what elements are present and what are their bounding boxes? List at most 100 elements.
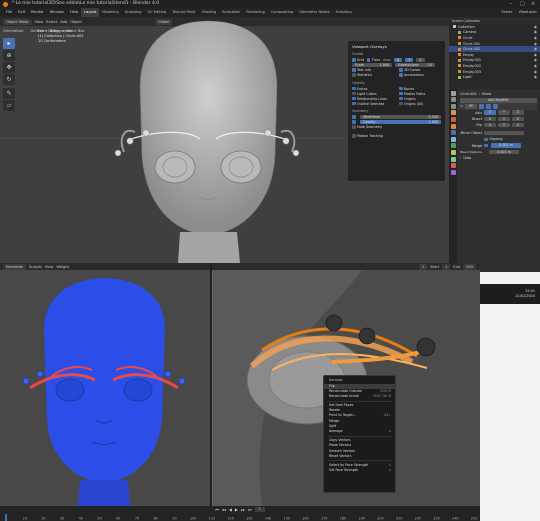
- timeline-frame-field[interactable]: 1: [254, 507, 265, 512]
- flip-z-button[interactable]: Z: [512, 122, 524, 128]
- viewport-3d-top[interactable]: Object Mode View Select Add Object Globa…: [0, 17, 449, 263]
- visibility-eye-icon[interactable]: ◉: [534, 47, 537, 51]
- motion-tracking-checkbox[interactable]: Motion Tracking: [352, 134, 383, 138]
- current-frame-field[interactable]: 1: [418, 263, 428, 270]
- visibility-eye-icon[interactable]: ◉: [534, 53, 537, 57]
- move-tool-icon[interactable]: ✥: [3, 62, 15, 73]
- bottom-menu-2[interactable]: View: [45, 265, 54, 269]
- render-tab-icon[interactable]: [450, 97, 456, 103]
- annotate-tool-icon[interactable]: ✎: [3, 88, 15, 99]
- axis-z-button[interactable]: Z: [512, 110, 524, 115]
- visibility-eye-icon[interactable]: ◉: [534, 42, 537, 46]
- play-icon[interactable]: ▶: [235, 507, 238, 512]
- jump-end-icon[interactable]: ⏭: [248, 507, 252, 512]
- workspace-tab-geometry-nodes[interactable]: Geometry Nodes: [296, 8, 332, 17]
- visibility-eye-icon[interactable]: ◉: [534, 25, 537, 29]
- scale-field[interactable]: Scale 1.000: [352, 62, 392, 68]
- data-subpanel[interactable]: › Data: [458, 155, 540, 161]
- bottom-mode-select[interactable]: Elements: [3, 263, 26, 270]
- bones-checkbox[interactable]: Bones: [399, 87, 414, 91]
- workspace-tab-rendering[interactable]: Rendering: [243, 8, 267, 17]
- cursor-tool-icon[interactable]: ⊕: [3, 50, 15, 61]
- workspace-tab-layout[interactable]: Layout: [81, 8, 100, 17]
- material-tab-icon[interactable]: [450, 163, 456, 169]
- workspace-tab-uv-editing[interactable]: UV Editing: [145, 8, 170, 17]
- constraints-tab-icon[interactable]: [450, 149, 456, 155]
- end-frame-field[interactable]: 250: [463, 263, 476, 270]
- wireframe-slider[interactable]: Wireframe 0.500: [360, 114, 441, 120]
- edit-mode-toggle[interactable]: [478, 104, 484, 109]
- menu-window[interactable]: Window: [47, 8, 67, 17]
- measure-tool-icon[interactable]: ▱: [3, 100, 15, 111]
- mirror-object-field[interactable]: [484, 130, 524, 136]
- grid-checkbox[interactable]: Grid: [352, 58, 364, 62]
- merge-field[interactable]: 0.001 m: [491, 143, 521, 148]
- bisect-distance-field[interactable]: 0.001 m: [489, 149, 519, 155]
- menu-file[interactable]: File: [3, 8, 15, 17]
- minimize-icon[interactable]: –: [510, 0, 513, 8]
- playhead[interactable]: [5, 514, 7, 521]
- next-keyframe-icon[interactable]: ▸▸: [241, 507, 245, 512]
- bottom-menu-1[interactable]: Sculpts: [29, 265, 42, 269]
- data-tab-icon[interactable]: [450, 156, 456, 162]
- clipping-checkbox[interactable]: Clipping: [484, 137, 502, 141]
- visibility-eye-icon[interactable]: ◉: [534, 30, 537, 34]
- workspace-tab-sculpting[interactable]: Sculpting: [122, 8, 145, 17]
- bisect-z-button[interactable]: Z: [512, 116, 524, 122]
- select-tool-icon[interactable]: ▸: [3, 38, 15, 49]
- origins-all-checkbox[interactable]: Origins (All): [399, 102, 423, 106]
- subdivisions-field[interactable]: Subdivisions 10: [395, 62, 435, 68]
- viewport-3d-bottom-left[interactable]: Elements Sculpts View Weight: [0, 263, 212, 506]
- modifier-name-field[interactable]: Mi: [464, 104, 477, 109]
- bottom-menu-3[interactable]: Weight: [56, 265, 69, 269]
- axis-y-button[interactable]: Y: [498, 110, 510, 115]
- visibility-eye-icon[interactable]: ◉: [534, 58, 537, 62]
- jump-start-icon[interactable]: ⏮: [215, 507, 219, 512]
- viewport-toggle[interactable]: [485, 104, 491, 109]
- physics-tab-icon[interactable]: [450, 143, 456, 149]
- view-layer-select[interactable]: ViewLayer: [515, 8, 540, 17]
- floor-checkbox[interactable]: Floor: [366, 58, 380, 62]
- extras-checkbox[interactable]: Extras: [352, 87, 396, 91]
- rotate-tool-icon[interactable]: ↻: [3, 74, 15, 85]
- axis-z-toggle[interactable]: Z: [416, 57, 425, 63]
- scene-select[interactable]: Scene: [498, 8, 515, 17]
- motion-paths-checkbox[interactable]: Motion Paths: [399, 92, 425, 96]
- workspace-tab-scripting[interactable]: Scripting: [333, 8, 355, 17]
- flip-x-button[interactable]: X: [484, 122, 496, 128]
- maximize-icon[interactable]: □: [520, 0, 525, 8]
- light-colors-checkbox[interactable]: Light Colors: [352, 92, 396, 96]
- relationship-lines-checkbox[interactable]: Relationship Lines: [352, 97, 396, 101]
- timeline[interactable]: ⏮ ◂◂ ◀ ▶ ▸▸ ⏭ 1 010203040506070809010011…: [0, 506, 480, 521]
- object-tab-icon[interactable]: [450, 123, 456, 129]
- workspace-tab-modeling[interactable]: Modeling: [99, 8, 121, 17]
- menu-item-reset-vectors[interactable]: Reset Vectors: [324, 454, 395, 459]
- workspace-tab-animation[interactable]: Animation: [219, 8, 243, 17]
- visibility-eye-icon[interactable]: ◉: [534, 36, 537, 40]
- workspace-tab-compositing[interactable]: Compositing: [268, 8, 297, 17]
- play-reverse-icon[interactable]: ◀: [229, 507, 232, 512]
- visibility-eye-icon[interactable]: ◉: [534, 70, 537, 74]
- bisect-x-button[interactable]: X: [484, 116, 496, 122]
- prev-keyframe-icon[interactable]: ◂◂: [222, 507, 226, 512]
- add-modifier-button[interactable]: Add Modifier: [460, 98, 537, 103]
- scene-tab-icon[interactable]: [450, 110, 456, 116]
- start-frame-field[interactable]: 1: [442, 263, 451, 270]
- tool-tab-icon[interactable]: [450, 90, 456, 96]
- world-tab-icon[interactable]: [450, 116, 456, 122]
- render-toggle[interactable]: [492, 104, 498, 109]
- workspace-tab-shading[interactable]: Shading: [198, 8, 219, 17]
- modifier-tab-icon[interactable]: [450, 130, 456, 136]
- fade-geometry-checkbox[interactable]: Fade Geometry: [352, 125, 382, 129]
- particles-tab-icon[interactable]: [450, 136, 456, 142]
- visibility-eye-icon[interactable]: ◉: [534, 64, 537, 68]
- text-info-checkbox[interactable]: Text Info: [352, 68, 396, 72]
- axis-y-toggle[interactable]: Y: [405, 57, 414, 63]
- bisect-y-button[interactable]: Y: [498, 116, 510, 122]
- menu-item-set-face-strength[interactable]: Set Face Strength ▸: [324, 468, 395, 473]
- menu-item-recalculate-inside[interactable]: Recalculate Inside Shift Ctrl N: [324, 394, 395, 399]
- origins-checkbox[interactable]: Origins: [399, 97, 416, 101]
- close-icon[interactable]: ×: [531, 0, 535, 8]
- output-tab-icon[interactable]: [450, 103, 456, 109]
- workspace-tab-texture-paint[interactable]: Texture Paint: [169, 8, 198, 17]
